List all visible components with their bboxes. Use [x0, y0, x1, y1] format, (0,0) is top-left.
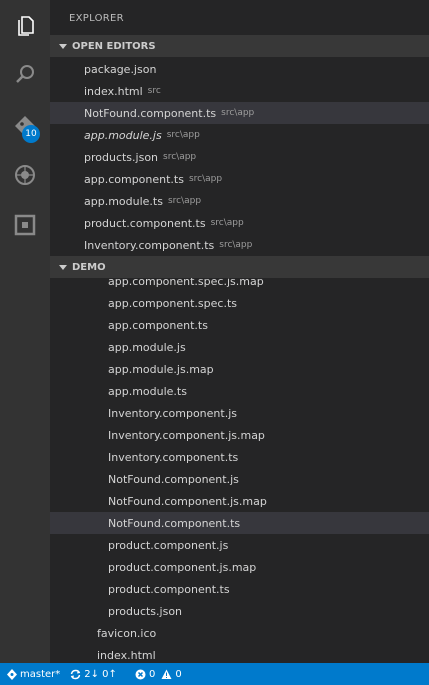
open-editor-item[interactable]: Inventory.component.ts src\app: [50, 234, 429, 256]
demo-tree: app.component.spec.js.map app.component.…: [50, 278, 429, 663]
file-name: package.json: [84, 62, 157, 76]
activity-bar: 10: [0, 0, 50, 663]
list-item[interactable]: product.component.ts: [50, 578, 429, 600]
open-editor-item[interactable]: index.html src: [50, 80, 429, 102]
problems-item[interactable]: 0 0: [135, 669, 182, 680]
sync-status: 2↓ 0↑: [84, 668, 117, 680]
list-item[interactable]: index.html: [50, 644, 429, 663]
open-editor-item[interactable]: app.component.ts src\app: [50, 168, 429, 190]
file-name: product.component.ts: [108, 582, 230, 596]
file-name: app.module.ts: [108, 384, 187, 398]
search-icon[interactable]: [0, 52, 50, 96]
file-name: products.json: [108, 604, 183, 618]
error-count: 0: [148, 668, 156, 680]
file-name: products.json: [84, 150, 159, 164]
file-name: Inventory.component.js: [108, 406, 237, 420]
error-icon: [135, 669, 146, 679]
file-name: app.component.ts: [108, 318, 208, 332]
warning-icon: [161, 669, 172, 679]
open-editor-item[interactable]: package.json: [50, 58, 429, 80]
branch-item[interactable]: master*: [7, 668, 61, 680]
list-item[interactable]: products.json: [50, 600, 429, 622]
file-name: NotFound.component.js.map: [108, 494, 267, 508]
file-name: product.component.js: [108, 538, 229, 552]
open-editor-item[interactable]: product.component.ts src\app: [50, 212, 429, 234]
explorer-title: EXPLORER: [69, 13, 124, 24]
list-item[interactable]: favicon.ico: [50, 622, 429, 644]
file-name: Inventory.component.ts: [84, 238, 215, 252]
file-name: NotFound.component.js: [108, 472, 239, 486]
file-name: app.module.ts: [84, 194, 163, 208]
list-item[interactable]: Inventory.component.js.map: [50, 424, 429, 446]
file-name: app.component.spec.ts: [108, 296, 237, 310]
list-item[interactable]: product.component.js.map: [50, 556, 429, 578]
file-name: app.component.ts: [84, 172, 184, 186]
list-item[interactable]: product.component.js: [50, 534, 429, 556]
list-item[interactable]: NotFound.component.js: [50, 468, 429, 490]
list-item[interactable]: app.module.js: [50, 336, 429, 358]
list-item[interactable]: Inventory.component.ts: [50, 446, 429, 468]
file-name: NotFound.component.ts: [108, 516, 241, 530]
file-name: product.component.js.map: [108, 560, 257, 574]
file-name: index.html: [84, 84, 143, 98]
file-path: src\app: [163, 152, 197, 162]
file-path: src\app: [221, 108, 255, 118]
file-name: NotFound.component.ts: [84, 106, 217, 120]
branch-name: master*: [20, 668, 61, 680]
explorer-sidebar: EXPLORER OPEN EDITORS package.json index.…: [50, 0, 429, 663]
list-item[interactable]: app.module.ts: [50, 380, 429, 402]
list-item[interactable]: app.component.spec.ts: [50, 292, 429, 314]
warning-count: 0: [175, 668, 182, 680]
status-bar: master* 2↓ 0↑ 0 0: [0, 663, 429, 685]
file-path: src\app: [210, 218, 244, 228]
list-item[interactable]: Inventory.component.js: [50, 402, 429, 424]
chevron-down-icon: [59, 43, 67, 49]
file-name: product.component.ts: [84, 216, 206, 230]
file-name: Inventory.component.js.map: [108, 428, 265, 442]
file-name: app.component.spec.js.map: [108, 278, 264, 288]
files-icon[interactable]: [0, 4, 50, 48]
file-name: favicon.ico: [97, 626, 157, 640]
git-branch-icon: [7, 668, 17, 680]
file-path: src\app: [188, 174, 223, 184]
sync-item[interactable]: 2↓ 0↑: [70, 669, 117, 680]
open-editor-item[interactable]: app.module.ts src\app: [50, 190, 429, 212]
open-editor-item[interactable]: products.json src\app: [50, 146, 429, 168]
list-item[interactable]: app.component.ts: [50, 314, 429, 336]
git-badge: 10: [22, 125, 40, 143]
debug-icon[interactable]: [0, 153, 50, 197]
list-item[interactable]: NotFound.component.js.map: [50, 490, 429, 512]
file-name: app.module.js: [108, 340, 186, 354]
demo-header[interactable]: DEMO: [50, 256, 429, 278]
file-name: app.module.js: [84, 128, 162, 142]
file-path: src\app: [219, 240, 253, 250]
demo-title: DEMO: [72, 261, 106, 273]
file-path: src: [147, 86, 161, 96]
file-name: index.html: [97, 648, 156, 662]
file-name: app.module.js.map: [108, 362, 214, 376]
open-editor-item[interactable]: NotFound.component.ts src\app: [50, 102, 429, 124]
file-name: Inventory.component.ts: [108, 450, 239, 464]
sync-icon: [71, 669, 81, 679]
open-editors-title: OPEN EDITORS: [72, 40, 156, 52]
open-editor-item[interactable]: app.module.js src\app: [50, 124, 429, 146]
list-item[interactable]: app.component.spec.js.map: [50, 278, 429, 292]
list-item[interactable]: app.module.js.map: [50, 358, 429, 380]
file-path: src\app: [167, 196, 202, 206]
extensions-icon[interactable]: [0, 203, 50, 247]
file-path: src\app: [166, 130, 200, 140]
open-editors-header[interactable]: OPEN EDITORS: [50, 35, 429, 57]
list-item[interactable]: NotFound.component.ts: [50, 512, 429, 534]
chevron-down-icon: [59, 264, 67, 270]
